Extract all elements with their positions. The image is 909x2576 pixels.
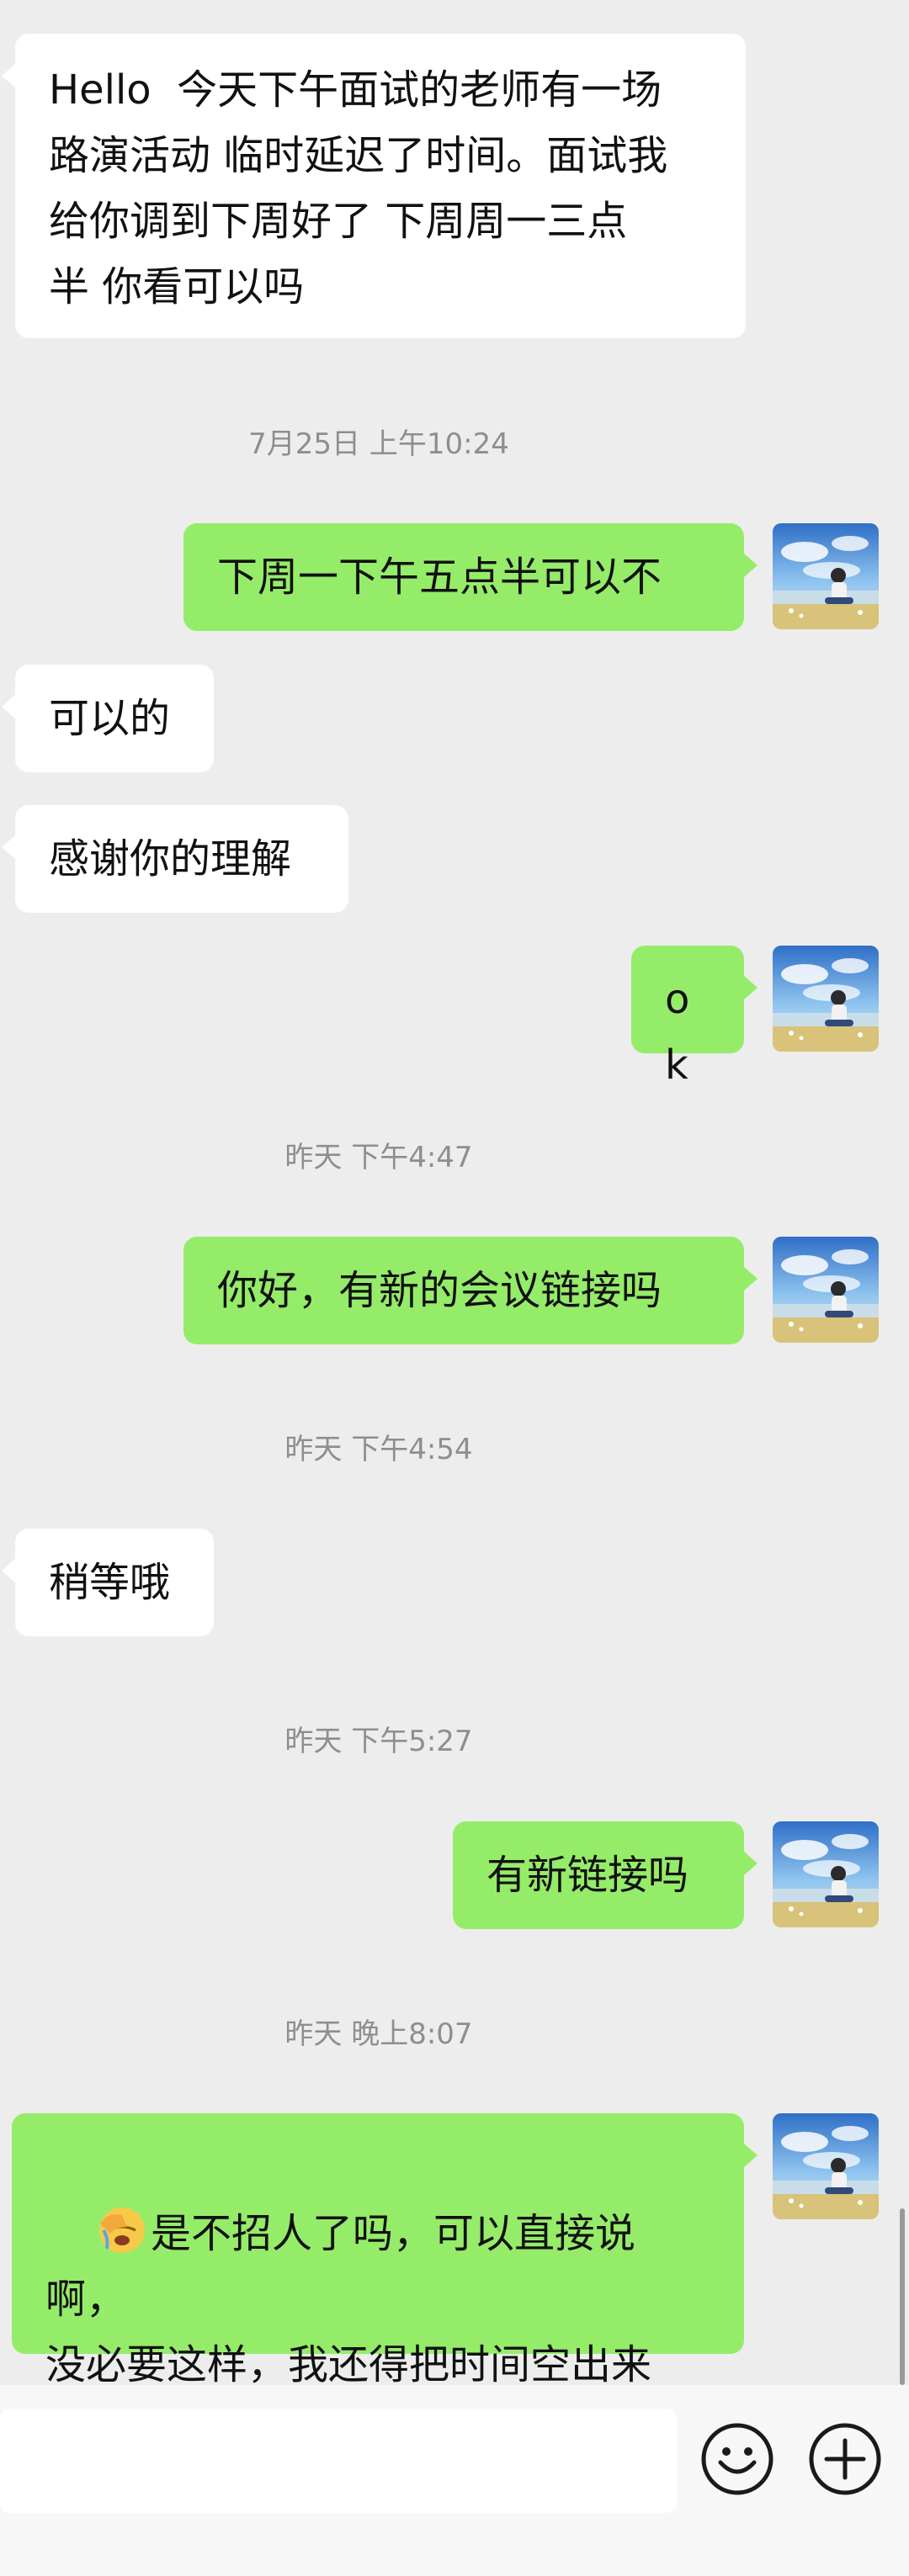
message-timestamp: 昨天 晚上8:07 [284, 2017, 473, 2051]
outgoing-message-bubble[interactable]: 是不招人了吗，可以直接说啊， 没必要这样，我还得把时间空出来 等你们 [12, 2113, 758, 2454]
message-timestamp: 昨天 下午5:27 [284, 1725, 473, 1758]
plus-circle-icon[interactable] [808, 2422, 882, 2496]
message-timestamp: 昨天 下午4:54 [284, 1433, 473, 1466]
face-palm-emoji-icon [99, 2208, 146, 2253]
message-timestamp: 昨天 下午4:47 [284, 1141, 473, 1174]
incoming-message-bubble[interactable]: 可以的 [2, 665, 214, 772]
user-avatar[interactable] [773, 523, 879, 629]
chat-history[interactable]: Hello 今天下午面试的老师有一场 路演活动 临时延迟了时间。面试我 给你调到… [0, 0, 909, 2454]
incoming-message-bubble[interactable]: 感谢你的理解 [2, 805, 348, 913]
outgoing-message-bubble[interactable]: 有新链接吗 [453, 1821, 758, 1929]
message-timestamp: 7月25日 上午10:24 [248, 427, 509, 461]
smiley-face-icon[interactable] [700, 2422, 774, 2496]
outgoing-message-bubble[interactable]: 你好，有新的会议链接吗 [183, 1237, 758, 1344]
incoming-message-bubble[interactable]: Hello 今天下午面试的老师有一场 路演活动 临时延迟了时间。面试我 给你调到… [2, 34, 746, 338]
outgoing-message-bubble[interactable]: ok [631, 946, 758, 1089]
user-avatar[interactable] [773, 1237, 879, 1343]
user-avatar[interactable] [773, 946, 879, 1052]
incoming-message-bubble[interactable]: 稍等哦 [2, 1529, 214, 1636]
input-toolbar [0, 2385, 909, 2576]
outgoing-message-bubble[interactable]: 下周一下午五点半可以不 [183, 523, 758, 631]
user-avatar[interactable] [773, 1821, 879, 1927]
message-input[interactable] [0, 2409, 677, 2513]
scrollbar[interactable] [900, 2208, 905, 2385]
user-avatar[interactable] [773, 2113, 879, 2219]
